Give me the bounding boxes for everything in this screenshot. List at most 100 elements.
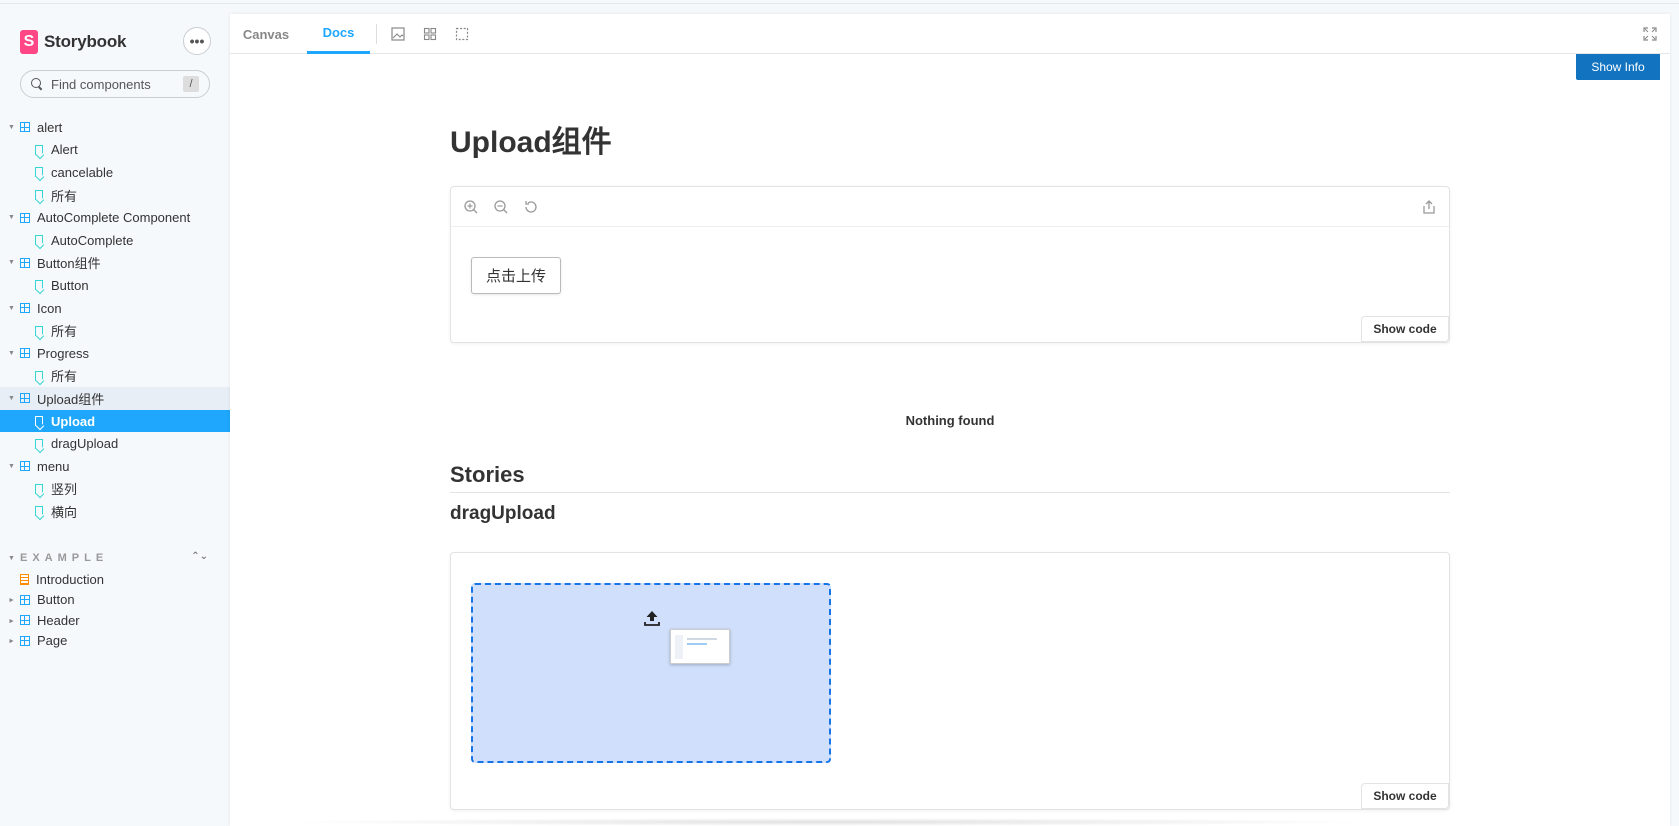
component-icon	[20, 594, 30, 605]
sidebar-item-label: Icon	[37, 300, 62, 316]
component-icon	[20, 393, 30, 404]
fullscreen-icon[interactable]	[1643, 27, 1657, 41]
sidebar-item-label: Page	[37, 633, 68, 649]
page-title: Upload组件	[450, 126, 612, 159]
component-icon	[20, 212, 30, 223]
sidebar-item-label: Header	[37, 612, 80, 628]
sidebar-item-label: Upload组件	[37, 391, 105, 407]
upload-button[interactable]: 点击上传	[471, 257, 561, 294]
search-shortcut-key: /	[183, 76, 199, 92]
sidebar-item-component[interactable]: ▼ Header	[0, 610, 230, 631]
zoom-in-icon[interactable]	[463, 199, 479, 215]
sidebar-story[interactable]: 竖列	[0, 478, 230, 501]
bookmark-icon	[35, 144, 43, 155]
chevron-down-icon: ▼	[8, 554, 20, 562]
bookmark-icon	[35, 416, 43, 427]
sidebar-story[interactable]: cancelable	[0, 161, 230, 184]
drag-drop-zone[interactable]	[471, 583, 831, 763]
bookmark-icon	[35, 325, 43, 336]
share-icon[interactable]	[1421, 199, 1437, 215]
outline-icon[interactable]	[455, 27, 469, 41]
bookmark-icon	[35, 438, 43, 449]
sidebar-story[interactable]: Upload	[0, 409, 230, 433]
sidebar-item-label: Progress	[37, 345, 90, 361]
bottom-shadow	[280, 818, 1380, 826]
sidebar-item-label: Button	[51, 277, 89, 293]
sidebar-item-label: Button组件	[37, 256, 101, 272]
sidebar-story[interactable]: Alert	[0, 139, 230, 162]
toolbar-divider	[376, 24, 377, 44]
image-icon[interactable]	[391, 27, 405, 41]
sidebar-group[interactable]: ▼ Progress	[0, 342, 230, 365]
section-title: EXAMPLE	[20, 552, 109, 564]
sidebar-item-doc[interactable]: Introduction	[0, 569, 230, 590]
bookmark-icon	[35, 483, 43, 494]
document-icon	[20, 573, 29, 585]
component-icon	[20, 303, 30, 314]
sidebar-story[interactable]: 所有	[0, 319, 230, 342]
expand-collapse-icon[interactable]: ⌃⌄	[191, 551, 208, 562]
sidebar-story[interactable]: dragUpload	[0, 432, 230, 455]
sidebar-item-label: 横向	[51, 504, 78, 520]
sidebar-item-label: Alert	[51, 142, 78, 158]
tab-docs[interactable]: Docs	[307, 14, 370, 54]
storybook-app: S Storybook ••• / ▼ alert Alert cancelable 所…	[0, 0, 1679, 826]
show-code-button[interactable]: Show code	[1361, 783, 1449, 809]
sidebar-group[interactable]: ▼ alert	[0, 116, 230, 139]
bookmark-icon	[35, 370, 43, 381]
sidebar-group[interactable]: ▼ Upload组件	[0, 387, 230, 410]
sidebar-item-component[interactable]: ▼ Page	[0, 631, 230, 652]
sidebar-item-label: 竖列	[51, 482, 78, 498]
storybook-logo-icon: S	[20, 30, 38, 54]
brand-name: Storybook	[44, 32, 127, 51]
search-input[interactable]	[51, 76, 181, 92]
sidebar-group[interactable]: ▼ AutoComplete Component	[0, 206, 230, 229]
sidebar-group[interactable]: ▼ menu	[0, 455, 230, 478]
tab-canvas[interactable]: Canvas	[230, 14, 302, 54]
sidebar-menu-button[interactable]: •••	[183, 27, 211, 55]
bookmark-icon	[35, 280, 43, 291]
story-heading: dragUpload	[450, 503, 556, 524]
sidebar-item-label: AutoComplete Component	[37, 210, 191, 226]
nothing-found-text: Nothing found	[905, 413, 995, 428]
component-icon	[20, 122, 30, 133]
sidebar-story[interactable]: 所有	[0, 365, 230, 388]
sidebar-item-label: 所有	[51, 188, 78, 204]
sidebar-group[interactable]: ▼ Icon	[0, 297, 230, 320]
bookmark-icon	[35, 235, 43, 246]
example-tree: Introduction ▼ Button ▼ Header ▼ Page	[0, 569, 230, 651]
component-icon	[20, 461, 30, 472]
search-box[interactable]: /	[20, 70, 210, 98]
chevron-down-icon: ▼	[8, 123, 15, 131]
sidebar-story[interactable]: AutoComplete	[0, 229, 230, 252]
chevron-down-icon: ▼	[8, 304, 15, 312]
show-code-button[interactable]: Show code	[1361, 316, 1449, 342]
sidebar-group[interactable]: ▼ Button组件	[0, 252, 230, 275]
component-icon	[20, 635, 30, 646]
section-header-example[interactable]: ▼ EXAMPLE ⌃⌄	[8, 549, 208, 567]
brand[interactable]: S Storybook	[20, 28, 126, 56]
top-border	[0, 0, 1679, 4]
sidebar-story[interactable]: 所有	[0, 184, 230, 207]
sidebar-item-label: dragUpload	[51, 436, 119, 452]
stories-heading: Stories	[450, 462, 1450, 493]
chevron-right-icon: ▼	[8, 637, 16, 645]
sidebar-item-label: alert	[37, 119, 63, 135]
sidebar-item-label: Button	[37, 592, 75, 608]
sidebar-story[interactable]: Button	[0, 274, 230, 297]
zoom-out-icon[interactable]	[493, 199, 509, 215]
zoom-reset-icon[interactable]	[523, 199, 539, 215]
upload-icon	[644, 611, 660, 626]
chevron-down-icon: ▼	[8, 259, 15, 267]
chevron-right-icon: ▼	[8, 596, 16, 604]
chevron-down-icon: ▼	[8, 214, 15, 222]
sidebar-item-label: menu	[37, 458, 70, 474]
grid-icon[interactable]	[423, 27, 437, 41]
chevron-down-icon: ▼	[8, 394, 15, 402]
sidebar-item-label: cancelable	[51, 164, 114, 180]
bookmark-icon	[35, 506, 43, 517]
component-tree: ▼ alert Alert cancelable 所有 ▼ AutoComplete Com…	[0, 116, 230, 523]
show-info-button[interactable]: Show Info	[1576, 54, 1660, 80]
sidebar-story[interactable]: 横向	[0, 500, 230, 523]
sidebar-item-component[interactable]: ▼ Button	[0, 590, 230, 611]
